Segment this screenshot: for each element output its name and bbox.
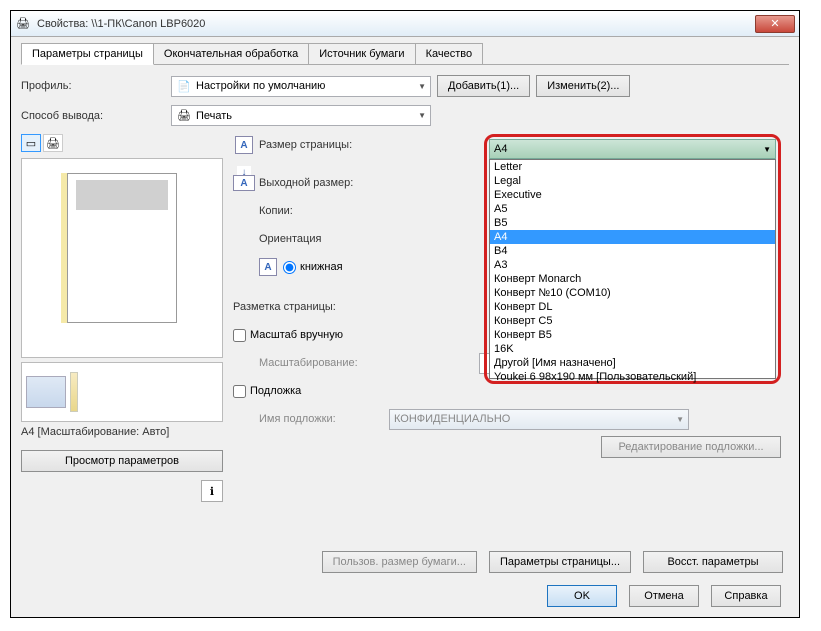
tab-finishing[interactable]: Окончательная обработка <box>153 43 309 64</box>
pagesize-option[interactable]: B4 <box>490 244 775 258</box>
output-select[interactable]: 🖨 Печать ▼ <box>171 105 431 126</box>
pagesize-option[interactable]: Конверт B5 <box>490 328 775 342</box>
pagesize-option[interactable]: A4 <box>490 230 775 244</box>
copies-label: Копии: <box>259 205 409 217</box>
view-params-button[interactable]: Просмотр параметров <box>21 450 223 472</box>
scale-label: Масштабирование: <box>259 357 389 369</box>
outsize-label: Выходной размер: <box>259 177 409 189</box>
custom-size-button[interactable]: Пользов. размер бумаги... <box>322 551 477 573</box>
info-icon-button[interactable]: ℹ <box>201 480 223 502</box>
edit-profile-button[interactable]: Изменить(2)... <box>536 75 630 97</box>
pagesize-option[interactable]: Конверт Monarch <box>490 272 775 286</box>
output-a-icon: A <box>233 175 255 191</box>
watermark-check[interactable]: Подложка <box>233 385 301 398</box>
pagesize-option[interactable]: A5 <box>490 202 775 216</box>
chevron-down-icon: ▼ <box>418 111 426 120</box>
ok-button[interactable]: OK <box>547 585 617 607</box>
cancel-button[interactable]: Отмена <box>629 585 699 607</box>
help-button[interactable]: Справка <box>711 585 781 607</box>
output-value: Печать <box>196 110 232 122</box>
layout-label: Разметка страницы: <box>233 301 383 313</box>
add-profile-button[interactable]: Добавить(1)... <box>437 75 530 97</box>
pagesize-option[interactable]: Legal <box>490 174 775 188</box>
page-preview <box>67 173 177 323</box>
profile-select[interactable]: 📄 Настройки по умолчанию ▼ <box>171 76 431 97</box>
page-a-icon: A <box>235 136 253 154</box>
tab-page-setup[interactable]: Параметры страницы <box>21 43 154 65</box>
pagesize-dropdown: A4 ▼ LetterLegalExecutiveA5B5A4B4A3Конве… <box>484 134 781 384</box>
pagesize-combo[interactable]: A4 ▼ <box>489 139 776 159</box>
pagesize-option[interactable]: B5 <box>490 216 775 230</box>
tab-quality[interactable]: Качество <box>415 43 484 64</box>
pagesize-option[interactable]: Другой [Имя назначено] <box>490 356 775 370</box>
chevron-down-icon: ▼ <box>418 82 426 91</box>
profile-label: Профиль: <box>21 80 171 92</box>
preview-mode-printer[interactable]: 🖨 <box>43 134 63 152</box>
portrait-radio[interactable]: книжная <box>283 261 343 274</box>
preview-caption: A4 [Масштабирование: Авто] <box>21 422 223 442</box>
stack-preview <box>21 362 223 422</box>
pagesize-option[interactable]: Конверт C5 <box>490 314 775 328</box>
page-params-button[interactable]: Параметры страницы... <box>489 551 631 573</box>
close-button[interactable]: ✕ <box>755 15 795 33</box>
chevron-down-icon: ▼ <box>676 415 684 424</box>
pagesize-option[interactable]: Letter <box>490 160 775 174</box>
pagesize-option[interactable]: 16K <box>490 342 775 356</box>
watermark-select: КОНФИДЕНЦИАЛЬНО ▼ <box>389 409 689 430</box>
edit-watermark-button: Редактирование подложки... <box>601 436 781 458</box>
pagesize-option[interactable]: Конверт №10 (COM10) <box>490 286 775 300</box>
output-label: Способ вывода: <box>21 110 171 122</box>
printer-icon: 🖨 <box>15 16 31 32</box>
chevron-down-icon: ▼ <box>763 145 771 154</box>
pagesize-label: Размер страницы: <box>259 139 409 151</box>
print-icon: 🖨 <box>176 108 192 124</box>
ruler-icon <box>70 372 78 412</box>
stack-icon <box>26 376 66 408</box>
window-title: Свойства: \\1-ПК\Canon LBP6020 <box>37 18 755 30</box>
tabstrip: Параметры страницы Окончательная обработ… <box>21 43 789 65</box>
manual-scale-check[interactable]: Масштаб вручную <box>233 329 343 342</box>
preview-mode-page[interactable]: ▭ <box>21 134 41 152</box>
portrait-a-icon: A <box>259 258 277 276</box>
pagesize-listbox[interactable]: LetterLegalExecutiveA5B5A4B4A3Конверт Mo… <box>489 159 776 379</box>
watermark-name-label: Имя подложки: <box>259 413 389 425</box>
profile-value: Настройки по умолчанию <box>196 80 325 92</box>
pagesize-option[interactable]: Youkei 6 98x190 мм [Пользовательский] <box>490 370 775 384</box>
pagesize-option[interactable]: Executive <box>490 188 775 202</box>
pagesize-option[interactable]: Конверт DL <box>490 300 775 314</box>
tab-source[interactable]: Источник бумаги <box>308 43 415 64</box>
profile-icon: 📄 <box>176 78 192 94</box>
preview-pane <box>21 158 223 358</box>
pagesize-option[interactable]: A3 <box>490 258 775 272</box>
orient-label: Ориентация <box>259 233 409 245</box>
restore-defaults-button[interactable]: Восст. параметры <box>643 551 783 573</box>
